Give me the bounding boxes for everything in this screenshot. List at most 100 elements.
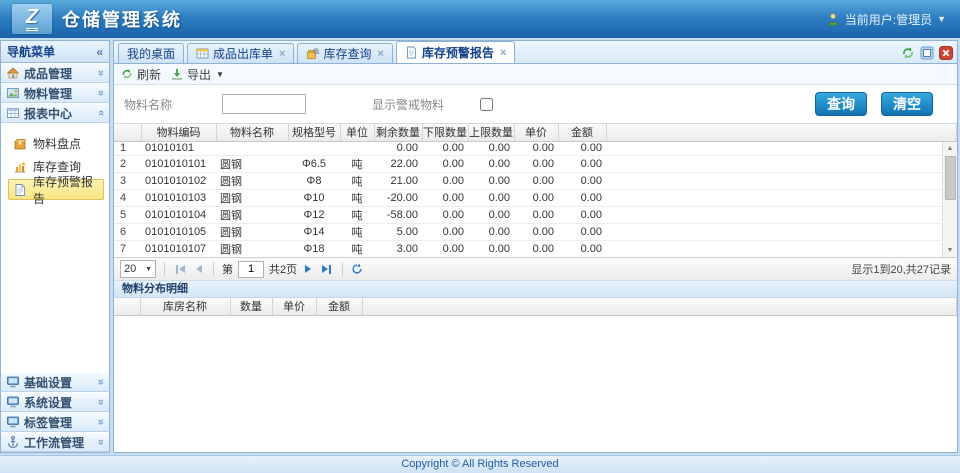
monitor-icon	[6, 395, 20, 409]
table-cell: 0101010102	[141, 172, 216, 189]
page-size-value: 20	[124, 263, 136, 275]
tab-4[interactable]: 库存预警报告×	[396, 41, 515, 63]
user-menu[interactable]: 当前用户:管理员 ▼	[826, 11, 946, 28]
table-cell: 0.00	[514, 141, 558, 155]
restore-window-icon[interactable]	[919, 45, 934, 60]
table-cell: 圆钢	[216, 206, 288, 223]
collapse-left-icon[interactable]: «	[96, 45, 103, 59]
tab-3[interactable]: 库存查询×	[297, 43, 392, 63]
page-size-select[interactable]: 20 ▼	[120, 260, 156, 278]
table-cell: 0101010105	[141, 223, 216, 240]
scroll-up-icon[interactable]: ▲	[947, 142, 954, 155]
table-cell: 0.00	[514, 189, 558, 206]
table-header-row: 物料编码物料名称规格型号单位剩余数量下限数量上限数量单价金额	[114, 124, 957, 141]
column-header[interactable]: 规格型号	[288, 124, 340, 141]
app-header: Z 仓储管理系统 当前用户:管理员 ▼	[0, 0, 960, 38]
column-header[interactable]: 数量	[230, 298, 272, 315]
query-button[interactable]: 查询	[815, 92, 867, 116]
table-row[interactable]: 30101010102圆钢Φ8吨21.000.000.000.000.00	[114, 172, 957, 189]
filler-header	[606, 124, 957, 141]
close-icon[interactable]	[938, 45, 953, 60]
sidebar-group-label: 工作流管理	[24, 434, 84, 451]
table-cell: 0.00	[514, 155, 558, 172]
table-cell: 0.00	[558, 172, 606, 189]
tab-tools	[900, 45, 953, 63]
table-row[interactable]: 50101010104圆钢Φ12吨-58.000.000.000.000.00	[114, 206, 957, 223]
main-panel: 我的桌面成品出库单×库存查询×库存预警报告× 刷新	[113, 40, 958, 453]
row-number-cell: 7	[114, 240, 141, 257]
table-header-row: 库房名称数量单价金额	[114, 298, 957, 315]
column-header[interactable]: 金额	[316, 298, 362, 315]
refresh-tab-icon[interactable]	[900, 45, 915, 60]
column-header[interactable]: 下限数量	[422, 124, 468, 141]
chevron-down-icon: «	[95, 70, 107, 76]
chevron-down-icon: ▼	[216, 70, 224, 79]
grid-icon	[196, 47, 209, 60]
scrollbar-thumb[interactable]	[945, 156, 956, 200]
table-row[interactable]: 20101010101圆钢Φ6.5吨22.000.000.000.000.00	[114, 155, 957, 172]
refresh-button[interactable]: 刷新	[121, 66, 161, 83]
tab-2[interactable]: 成品出库单×	[187, 43, 294, 63]
table-cell: 0.00	[422, 223, 468, 240]
sidebar-group-标签管理[interactable]: 标签管理«	[1, 412, 109, 432]
chevron-up-icon: «	[95, 110, 107, 116]
scroll-down-icon[interactable]: ▼	[947, 244, 954, 257]
table-row[interactable]: 40101010103圆钢Φ10吨-20.000.000.000.000.00	[114, 189, 957, 206]
column-header[interactable]: 单价	[514, 124, 558, 141]
tab-1[interactable]: 我的桌面	[118, 43, 184, 63]
table-cell: -20.00	[374, 189, 422, 206]
tab-close-icon[interactable]: ×	[279, 48, 285, 60]
export-button[interactable]: 导出 ▼	[171, 66, 224, 83]
column-header[interactable]: 金额	[558, 124, 606, 141]
table-cell: 0.00	[468, 240, 514, 257]
table-cell: 0.00	[422, 172, 468, 189]
table-row[interactable]: 70101010107圆钢Φ18吨3.000.000.000.000.00	[114, 240, 957, 257]
next-page-button[interactable]	[302, 265, 314, 273]
sidebar-group-基础设置[interactable]: 基础设置«	[1, 372, 109, 392]
table-cell: 吨	[340, 223, 374, 240]
row-number-header	[114, 124, 141, 141]
sidebar-group-系统设置[interactable]: 系统设置«	[1, 392, 109, 412]
inventory-grid: 物料编码物料名称规格型号单位剩余数量下限数量上限数量单价金额 101010101…	[114, 123, 957, 257]
sidebar-item-库存预警报告[interactable]: 库存预警报告	[8, 179, 104, 200]
detail-section-title: 物料分布明细	[114, 281, 957, 298]
sidebar-group-物料管理[interactable]: 物料管理 «	[1, 83, 109, 103]
column-header[interactable]: 单价	[272, 298, 316, 315]
first-page-button[interactable]	[173, 265, 188, 274]
app-window: Z 仓储管理系统 当前用户:管理员 ▼ 导航菜单 « 成品管理«物料管理«报表中…	[0, 0, 960, 473]
tab-close-icon[interactable]: ×	[377, 48, 383, 60]
sidebar-item-物料盘点[interactable]: 物料盘点	[8, 133, 104, 154]
prev-page-button[interactable]	[193, 265, 205, 273]
sidebar-group-label: 物料管理	[24, 85, 72, 102]
box-icon	[13, 137, 27, 151]
query-icon	[306, 47, 319, 60]
column-header[interactable]: 物料名称	[216, 124, 288, 141]
table-row[interactable]: 1010101010.000.000.000.000.00	[114, 141, 957, 155]
sidebar-group-工作流管理[interactable]: 工作流管理«	[1, 432, 109, 452]
footer-copyright: Copyright © All Rights Reserved	[0, 455, 960, 473]
chevron-down-icon: «	[95, 90, 107, 96]
home-icon	[6, 66, 20, 80]
last-page-button[interactable]	[319, 265, 334, 274]
column-header[interactable]: 剩余数量	[374, 124, 422, 141]
page-number-input[interactable]	[238, 261, 264, 278]
tab-close-icon[interactable]: ×	[500, 47, 506, 59]
sidebar-group-成品管理[interactable]: 成品管理«	[1, 63, 109, 83]
table-row[interactable]: 60101010105圆钢Φ14吨5.000.000.000.000.00	[114, 223, 957, 240]
vertical-scrollbar[interactable]: ▲ ▼	[942, 142, 957, 257]
table-cell: 01010101	[141, 141, 216, 155]
warning-checkbox[interactable]	[480, 98, 493, 111]
sidebar-group-报表中心[interactable]: 报表中心«	[1, 103, 109, 123]
toolbar: 刷新 导出 ▼	[114, 64, 957, 85]
column-header[interactable]: 单位	[340, 124, 374, 141]
column-header[interactable]: 物料编码	[141, 124, 216, 141]
table-cell: Φ12	[288, 206, 340, 223]
table-cell: 21.00	[374, 172, 422, 189]
column-header[interactable]: 库房名称	[140, 298, 230, 315]
column-header[interactable]: 上限数量	[468, 124, 514, 141]
table-cell	[216, 141, 288, 155]
table-cell: 0101010104	[141, 206, 216, 223]
clear-button[interactable]: 清空	[881, 92, 933, 116]
material-name-input[interactable]	[222, 94, 306, 114]
reload-page-icon[interactable]	[351, 263, 363, 275]
